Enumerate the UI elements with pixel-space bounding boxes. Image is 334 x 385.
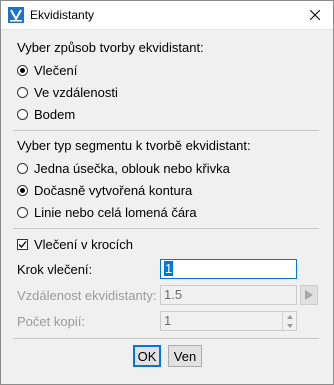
radio-ve-vzdalenosti[interactable]: Ve vzdálenosti xyxy=(17,85,118,100)
step-input-value: 1 xyxy=(164,261,174,276)
distance-input[interactable]: 1.5 xyxy=(160,285,297,305)
radio-indicator xyxy=(17,185,28,196)
radio-label: Ve vzdálenosti xyxy=(34,85,118,100)
distance-label: Vzdálenost ekvidistanty: xyxy=(17,288,157,303)
segment-heading: Vyber typ segmentu k tvorbě ekvidistant: xyxy=(17,138,251,153)
distance-arrow-button[interactable] xyxy=(300,285,318,305)
copies-label: Počet kopií: xyxy=(17,314,85,329)
radio-linie[interactable]: Linie nebo celá lomená čára xyxy=(17,205,197,220)
app-logo-icon xyxy=(8,7,24,23)
radio-indicator xyxy=(17,65,28,76)
spinner-up-button[interactable] xyxy=(283,312,296,321)
arrow-down-icon xyxy=(286,323,293,328)
separator xyxy=(13,130,319,131)
radio-indicator xyxy=(17,109,28,120)
dialog-window: Ekvidistanty Vyber způsob tvorby ekvidis… xyxy=(0,0,334,385)
arrow-up-icon xyxy=(286,314,293,319)
ok-button[interactable]: OK xyxy=(133,345,161,367)
radio-label: Jedna úsečka, oblouk nebo křivka xyxy=(34,161,230,176)
dialog-content: Vyber způsob tvorby ekvidistant: Vlečení… xyxy=(1,30,333,384)
play-arrow-icon xyxy=(305,290,313,300)
separator xyxy=(13,228,319,229)
separator xyxy=(13,338,319,339)
window-title: Ekvidistanty xyxy=(30,8,95,22)
checkbox-indicator xyxy=(17,239,28,250)
method-heading: Vyber způsob tvorby ekvidistant: xyxy=(17,40,204,55)
radio-label: Dočasně vytvořená kontura xyxy=(34,183,193,198)
checkbox-vleceni-v-krocich[interactable]: Vlečení v krocích xyxy=(17,237,133,252)
checkmark-icon xyxy=(18,241,27,248)
copies-spinner[interactable]: 1 xyxy=(160,311,297,332)
copies-input-value: 1 xyxy=(164,313,172,328)
spinner-buttons xyxy=(282,312,296,332)
radio-label: Vlečení xyxy=(34,63,78,78)
close-button[interactable] xyxy=(297,1,333,29)
radio-label: Linie nebo celá lomená čára xyxy=(34,205,197,220)
step-input[interactable]: 1 xyxy=(160,259,297,279)
radio-indicator xyxy=(17,163,28,174)
radio-bodem[interactable]: Bodem xyxy=(17,107,75,122)
radio-label: Bodem xyxy=(34,107,76,122)
radio-jedna-usecka[interactable]: Jedna úsečka, oblouk nebo křivka xyxy=(17,161,230,176)
cancel-button[interactable]: Ven xyxy=(168,345,202,367)
checkbox-label: Vlečení v krocích xyxy=(34,237,133,252)
spinner-down-button[interactable] xyxy=(283,321,296,330)
title-bar: Ekvidistanty xyxy=(1,1,333,30)
radio-indicator xyxy=(17,207,28,218)
step-label: Krok vlečení: xyxy=(17,262,93,277)
radio-vleceni[interactable]: Vlečení xyxy=(17,63,77,78)
distance-input-value: 1.5 xyxy=(164,287,183,302)
radio-indicator xyxy=(17,87,28,98)
radio-docasna-kontura[interactable]: Dočasně vytvořená kontura xyxy=(17,183,192,198)
close-icon xyxy=(310,10,320,20)
